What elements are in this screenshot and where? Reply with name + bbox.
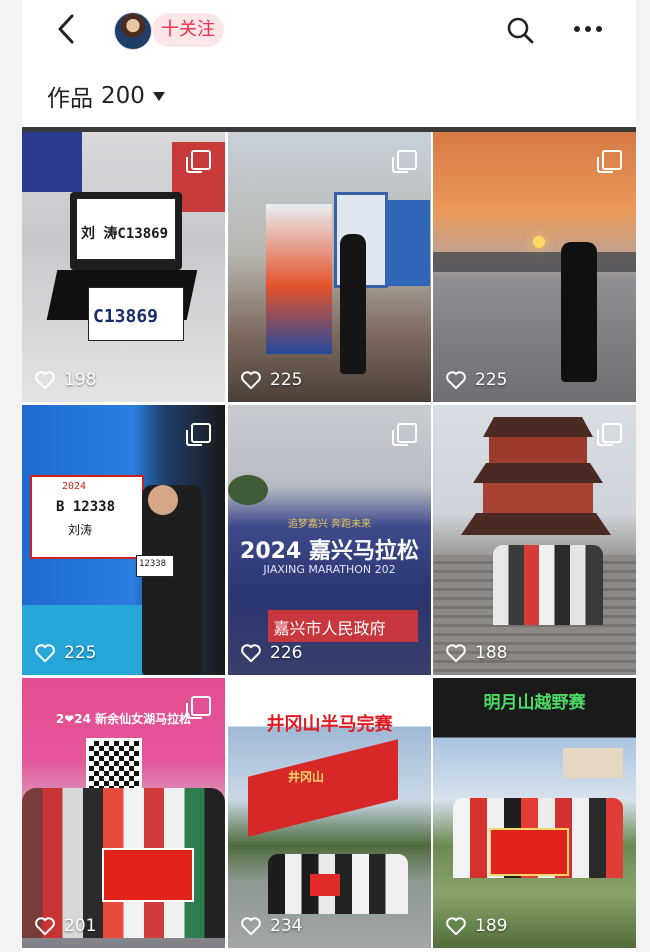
post-tile[interactable]: 2024 B 12338 刘涛 12338 225 xyxy=(22,405,225,675)
like-count: 189 xyxy=(445,916,507,936)
like-count-value: 234 xyxy=(270,916,303,936)
race-bib: C13869 xyxy=(88,287,184,341)
heart-icon xyxy=(35,917,55,936)
multi-image-icon xyxy=(597,150,622,173)
multi-image-icon xyxy=(392,150,417,173)
like-count: 198 xyxy=(34,370,96,390)
bib-on-laptop: 刘 涛C13869 xyxy=(76,198,176,260)
like-count: 225 xyxy=(34,643,96,663)
heart-icon xyxy=(35,371,55,390)
top-bar: 十关注 xyxy=(22,0,636,62)
heart-icon xyxy=(241,371,261,390)
banner-slogan: 追梦嘉兴 奔跑未来 xyxy=(287,519,372,530)
post-thumbnail: 明月山越野赛 xyxy=(433,678,636,948)
back-button[interactable] xyxy=(50,12,82,46)
like-count-value: 189 xyxy=(475,916,508,936)
like-count: 201 xyxy=(34,916,96,936)
heart-icon xyxy=(35,644,55,663)
post-tile[interactable]: 2❤24 新余仙女湖马拉松 201 xyxy=(22,678,225,948)
banner-organizer: 嘉兴市人民政府 xyxy=(273,619,386,638)
post-tile[interactable]: 井冈山半马完赛 井冈山 234 xyxy=(228,678,431,948)
like-count: 225 xyxy=(445,370,507,390)
post-tile[interactable]: 225 xyxy=(433,132,636,402)
heart-icon xyxy=(241,917,261,936)
like-count: 188 xyxy=(445,643,507,663)
post-tile[interactable]: 刘 涛C13869 C13869 198 xyxy=(22,132,225,402)
heart-icon xyxy=(446,917,466,936)
search-icon xyxy=(507,17,534,44)
post-title: 明月山越野赛 xyxy=(483,693,586,713)
multi-image-icon xyxy=(186,150,211,173)
multi-image-icon xyxy=(392,423,417,446)
heart-icon xyxy=(446,644,466,663)
chest-bib: 12338 xyxy=(136,555,174,577)
post-tile[interactable]: 明月山越野赛 189 xyxy=(433,678,636,948)
race-bib-display: 2024 B 12338 刘涛 xyxy=(30,475,144,559)
bib-name: 刘 涛C13869 xyxy=(81,226,169,242)
profile-page: 十关注 作品 200 刘 涛C13869 C13869 198 225 225 … xyxy=(22,0,636,952)
heart-icon xyxy=(241,644,261,663)
works-filter[interactable]: 作品 200 xyxy=(47,78,165,114)
more-icon[interactable] xyxy=(568,16,608,42)
search-button[interactable] xyxy=(504,14,536,46)
works-label: 作品 xyxy=(47,86,93,112)
like-count: 225 xyxy=(240,370,302,390)
banner-subtitle: JIAXING MARATHON 202 xyxy=(263,563,396,576)
caret-down-icon xyxy=(152,91,165,101)
multi-image-icon xyxy=(392,696,417,719)
post-tile[interactable]: 225 xyxy=(228,132,431,402)
like-count-value: 225 xyxy=(64,643,97,663)
like-count-value: 226 xyxy=(270,643,303,663)
bib-number: B 12338 xyxy=(56,499,116,515)
bib-number: C13869 xyxy=(93,306,159,327)
chevron-left-icon xyxy=(58,14,74,44)
heart-icon xyxy=(446,371,466,390)
multi-image-icon xyxy=(186,696,211,719)
banner-title: 2024 嘉兴马拉松 xyxy=(240,539,419,564)
post-tile[interactable]: 188 xyxy=(433,405,636,675)
bib-year: 2024 xyxy=(62,481,87,492)
like-count-value: 225 xyxy=(270,370,303,390)
like-count-value: 198 xyxy=(64,370,97,390)
like-count-value: 225 xyxy=(475,370,508,390)
bib-name: 刘涛 xyxy=(68,523,93,537)
like-count: 234 xyxy=(240,916,302,936)
like-count-value: 188 xyxy=(475,643,508,663)
avatar[interactable] xyxy=(114,12,152,50)
works-count: 200 xyxy=(101,83,145,109)
multi-image-icon xyxy=(597,423,622,446)
sculpture-text: 井冈山 xyxy=(288,770,325,784)
chest-bib-number: 12338 xyxy=(139,559,167,569)
post-tile[interactable]: 追梦嘉兴 奔跑未来 2024 嘉兴马拉松 JIAXING MARATHON 20… xyxy=(228,405,431,675)
follow-button[interactable]: 十关注 xyxy=(152,13,224,47)
like-count: 226 xyxy=(240,643,302,663)
multi-image-icon xyxy=(186,423,211,446)
like-count-value: 201 xyxy=(64,916,97,936)
